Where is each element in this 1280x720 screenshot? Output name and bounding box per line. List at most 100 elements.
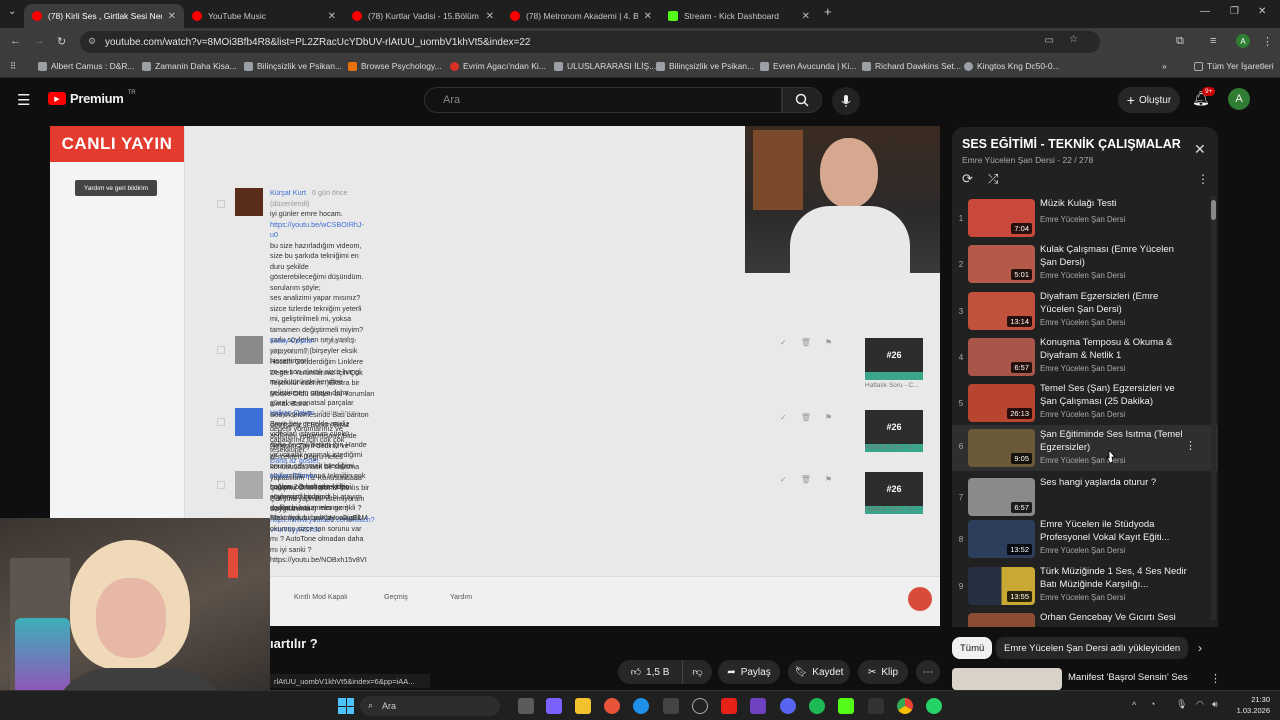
copilot-icon[interactable] (604, 698, 620, 714)
clip-button[interactable]: ✂ Klip (858, 660, 908, 684)
playlist-title[interactable]: SES EĞİTİMİ - TEKNİK ÇALIŞMALAR (962, 137, 1194, 151)
playlist-item[interactable]: 2 5:01 Kulak Çalışması (Emre Yücelen Şan… (952, 243, 1218, 289)
playlist-item[interactable]: 1 7:04 Müzik Kulağı Testi Emre Yücelen Ş… (952, 197, 1218, 243)
taskbar-search[interactable]: ⌕ Ara (360, 696, 500, 716)
notifications-button[interactable]: 🔔︎ 9+ (1192, 87, 1216, 107)
install-app-icon[interactable]: ▭ (1045, 35, 1054, 46)
microphone-tray-icon[interactable]: 🎙︎ (1176, 699, 1187, 710)
bookmark-6[interactable]: Bilinçsizlik ve Psikan... (656, 61, 754, 71)
playlist-item[interactable]: 4 6:57 Konuşma Temposu & Okuma & Diyafra… (952, 336, 1218, 382)
address-bar[interactable]: ⚙ youtube.com/watch?v=8MOi3Bfb4R8&list=P… (80, 31, 1100, 53)
minimize-icon[interactable]: — (1200, 6, 1210, 17)
volume-icon[interactable]: 🔊︎ (1212, 699, 1218, 710)
menu-icon[interactable]: ⋮ (1262, 35, 1273, 48)
profile-avatar[interactable]: A (1236, 34, 1250, 48)
playlist-scrollbar-thumb[interactable] (1211, 200, 1216, 220)
kick-app-icon[interactable] (838, 698, 854, 714)
save-button[interactable]: 🔖︎ Kaydet (788, 660, 850, 684)
dislike-button[interactable]: 👎︎ (682, 660, 712, 684)
spotify-icon[interactable] (809, 698, 825, 714)
loop-icon[interactable]: ⟳ (962, 171, 973, 187)
share-button[interactable]: ➦ Paylaş (718, 660, 780, 684)
bookmark-1[interactable]: Zamanin Daha Kisa... (142, 61, 237, 71)
bookmark-star-icon[interactable]: ☆ (1069, 34, 1078, 45)
chip-all[interactable]: Tümü (952, 637, 993, 659)
close-tab-icon[interactable]: ✕ (802, 11, 810, 22)
close-tab-icon[interactable]: ✕ (486, 11, 494, 22)
like-button[interactable]: 👍︎ 1,5 B (618, 660, 682, 684)
site-info-icon[interactable]: ⚙ (88, 36, 96, 47)
more-bookmarks-icon[interactable]: » (1162, 61, 1167, 71)
file-explorer-icon[interactable] (575, 698, 591, 714)
related-menu-icon[interactable]: ⋮ (1210, 672, 1221, 685)
playlist-item[interactable]: 5 26:13 Temel Ses (Şan) Egzersizleri ve … (952, 382, 1218, 428)
bookmark-4[interactable]: Evrim Agacı'ndan Ki... (450, 61, 546, 71)
bookmark-5[interactable]: ULUSLARARASI İLİŞ... (554, 61, 656, 71)
tab-0[interactable]: (78) Kirli Ses , Girtlak Sesi Nedir ✕ (24, 4, 184, 28)
tray-chevron-icon[interactable]: ^ (1132, 700, 1136, 710)
chevron-right-icon[interactable]: › (1198, 641, 1202, 655)
chip-uploader[interactable]: Emre Yücelen Şan Dersi adlı yükleyiciden (996, 637, 1189, 659)
playlist-scrollbar-track[interactable] (1211, 196, 1216, 620)
close-tab-icon[interactable]: ✕ (644, 11, 652, 22)
playlist-item[interactable]: 7 6:57 Ses hangi yaşlarda oturur ? (952, 476, 1218, 522)
bookmark-7[interactable]: Evren Avucunda | Ki... (760, 61, 856, 71)
related-title[interactable]: Manifest 'Başrol Sensin' Ses (1068, 672, 1188, 683)
whatsapp-icon[interactable] (926, 698, 942, 714)
bookmark-2[interactable]: Bilinçsizlik ve Psikan... (244, 61, 342, 71)
apps-grid-icon[interactable]: ⠿ (10, 61, 16, 72)
start-button[interactable] (338, 698, 354, 714)
playlist-item[interactable]: 3 13:14 Diyafram Egzersizleri (Emre Yüce… (952, 290, 1218, 336)
bookmark-8[interactable]: Richard Dawkins Set... (862, 61, 961, 71)
forward-icon[interactable]: → (34, 35, 45, 47)
store-icon[interactable] (663, 698, 679, 714)
more-actions-button[interactable]: ⋯ (916, 660, 940, 684)
back-icon[interactable]: ← (10, 35, 21, 47)
close-tab-icon[interactable]: ✕ (168, 11, 176, 22)
bookmark-3[interactable]: Browse Psychology... (348, 61, 442, 71)
extensions-icon[interactable]: ⧉ (1176, 35, 1184, 48)
tab-1[interactable]: YouTube Music ✕ (184, 4, 344, 28)
media-control-icon[interactable]: ≡ (1210, 35, 1216, 47)
create-button[interactable]: + Oluştur (1118, 87, 1180, 113)
all-bookmarks[interactable]: Tüm Yer İşaretleri (1194, 61, 1274, 71)
edge-icon[interactable] (633, 698, 649, 714)
search-input[interactable]: Ara (424, 87, 782, 113)
account-avatar[interactable]: A (1228, 88, 1250, 110)
teams-icon[interactable] (546, 698, 562, 714)
tab-2[interactable]: (78) Kurtlar Vadisi - 15.Bölüm | ✕ (344, 4, 502, 28)
wifi-icon[interactable]: ◠ (1196, 699, 1204, 710)
hamburger-menu-icon[interactable]: ☰ (17, 91, 30, 109)
youtube-app-icon[interactable] (721, 698, 737, 714)
discord-icon[interactable] (780, 698, 796, 714)
voice-search-button[interactable] (832, 87, 860, 115)
network-icon[interactable]: ◔ (1150, 699, 1155, 709)
youtube-logo[interactable]: ▶ Premium TR (48, 90, 136, 106)
obs-icon[interactable] (868, 698, 884, 714)
task-view-icon[interactable] (518, 698, 534, 714)
playlist-item[interactable]: 10 Orhan Gencebay Ve Gıcırtı Sesi (952, 611, 1218, 627)
reload-icon[interactable]: ↻ (57, 35, 66, 48)
search-button[interactable] (782, 87, 822, 113)
clock[interactable]: 21:30 1.03.2026 (1230, 694, 1270, 716)
shuffle-icon[interactable]: ⤮ (988, 171, 998, 187)
bookmark-9[interactable]: Kingtos Kng Dc50-0... (964, 61, 1060, 71)
item-menu-icon[interactable]: ⋮ (1185, 439, 1196, 452)
playlist-item[interactable]: 8 13:52 Emre Yücelen ile Stüdyoda Profes… (952, 518, 1218, 564)
tab-3[interactable]: (78) Metronom Akademi | 4. Bö ✕ (502, 4, 660, 28)
tab-4[interactable]: Stream - Kick Dashboard ✕ (660, 4, 818, 28)
chrome-icon[interactable] (897, 698, 913, 714)
bookmark-0[interactable]: Albert Camus : D&R... (38, 61, 135, 71)
playlist-menu-icon[interactable]: ⋮ (1197, 172, 1209, 186)
playlist-item[interactable]: 9 13:55 Türk Müziğinde 1 Ses, 4 Ses Nedi… (952, 565, 1218, 611)
playlist-item-hovered[interactable]: 6 9:05 Şan Eğitiminde Ses Isıtma (Temel … (952, 425, 1218, 471)
close-window-icon[interactable]: ✕ (1258, 6, 1266, 17)
close-playlist-icon[interactable]: ✕ (1194, 141, 1206, 158)
chatgpt-icon[interactable] (692, 698, 708, 714)
app-icon[interactable] (750, 698, 766, 714)
new-tab-icon[interactable]: + (824, 4, 832, 19)
restore-icon[interactable]: ❐ (1230, 6, 1239, 17)
related-thumbnail[interactable] (952, 668, 1062, 690)
close-tab-icon[interactable]: ✕ (328, 11, 336, 22)
tab-search-icon[interactable]: ⌄ (8, 6, 16, 17)
